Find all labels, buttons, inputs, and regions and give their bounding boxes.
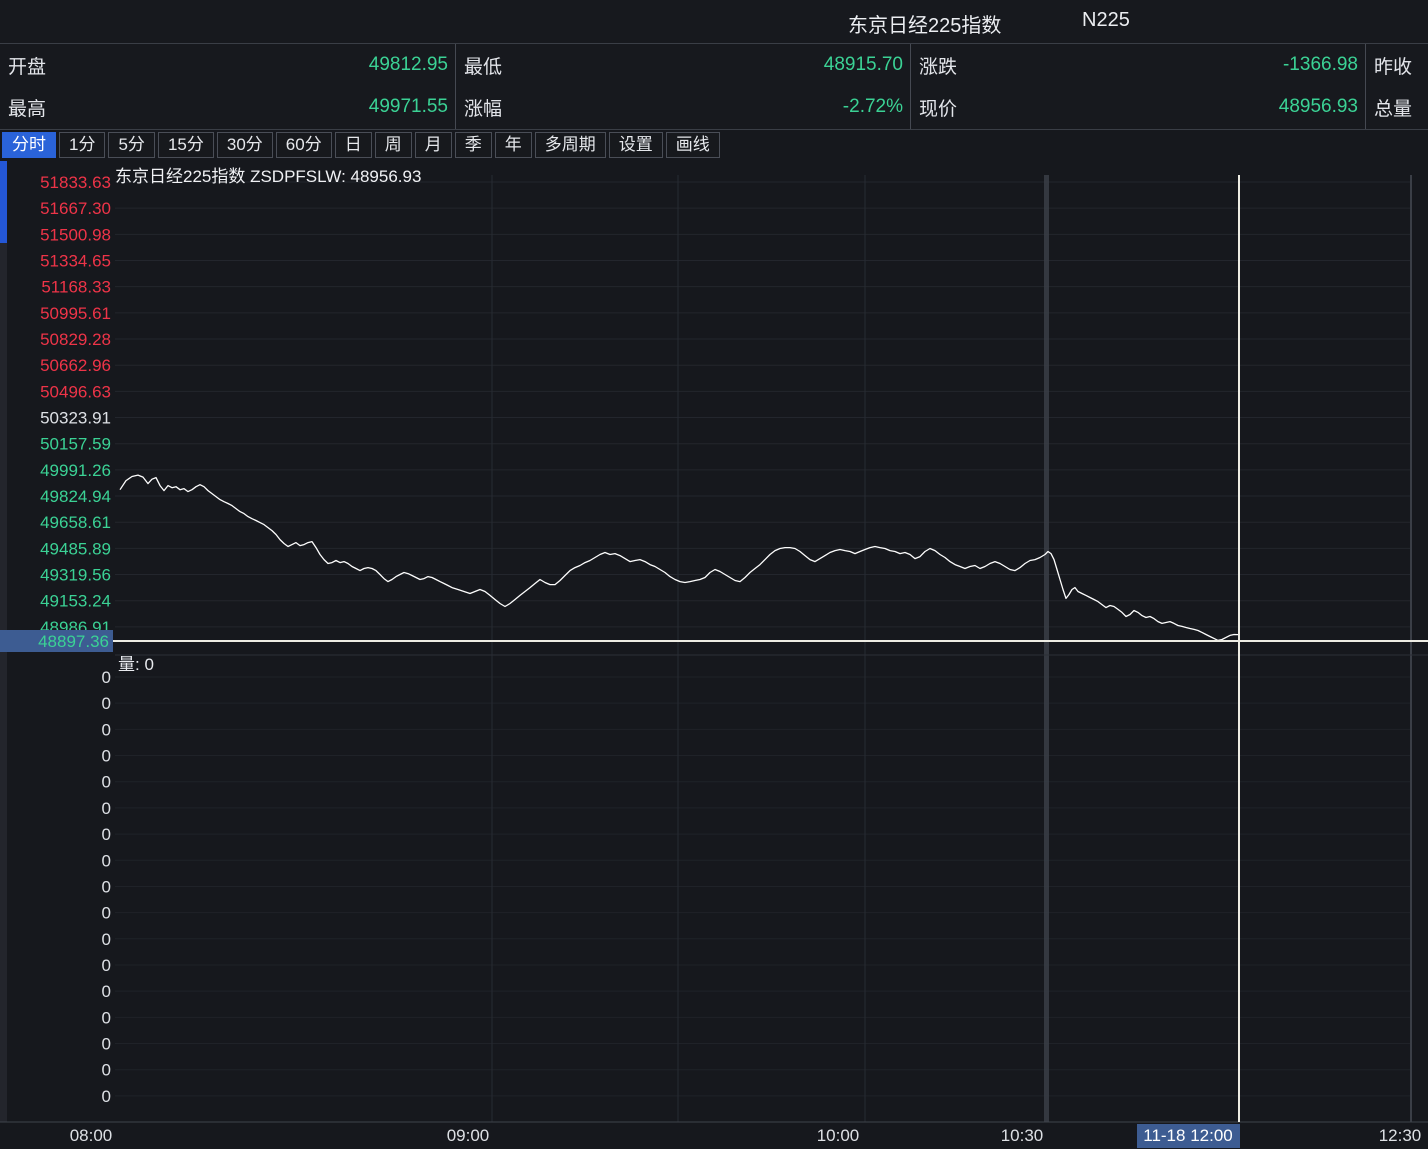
y-axis-label: 51667.30 xyxy=(40,199,111,218)
stats-col-3: 涨跌 -1366.98 现价 48956.93 xyxy=(911,44,1366,129)
tab-period-5[interactable]: 60分 xyxy=(276,132,332,158)
y-axis-label: 51500.98 xyxy=(40,225,111,244)
stat-open: 开盘 49812.95 xyxy=(0,44,455,86)
volume-header: 量: 0 xyxy=(118,655,154,674)
tab-period-2[interactable]: 5分 xyxy=(108,132,154,158)
x-axis-label: 10:30 xyxy=(1001,1126,1044,1145)
stat-prev-close-label: 昨收 xyxy=(1374,52,1412,79)
chart-area: 51833.63 51667.30 51500.98 51334.65 51168.33… xyxy=(0,160,1428,1149)
stat-last-label: 现价 xyxy=(919,94,957,121)
tab-period-12[interactable]: 设置 xyxy=(609,132,663,158)
y-axis-label: 51334.65 xyxy=(40,252,111,271)
volume-zero-label: 0 xyxy=(102,747,111,766)
volume-zero-label: 0 xyxy=(102,720,111,739)
tab-period-6[interactable]: 日 xyxy=(335,132,372,158)
crosshair-price-label: 48897.36 xyxy=(38,632,109,651)
stats-col-2: 最低 48915.70 涨幅 -2.72% xyxy=(456,44,911,129)
session-break-band xyxy=(1044,175,1049,1122)
stat-open-value: 49812.95 xyxy=(369,54,448,76)
volume-zero-label: 0 xyxy=(102,1008,111,1027)
volume-zero-label: 0 xyxy=(102,694,111,713)
stat-change-pct: 涨幅 -2.72% xyxy=(456,86,910,128)
stat-last: 现价 48956.93 xyxy=(911,86,1365,128)
volume-zero-label: 0 xyxy=(102,668,111,687)
volume-zero-label: 0 xyxy=(102,799,111,818)
tab-period-9[interactable]: 季 xyxy=(455,132,492,158)
x-axis-label: 09:00 xyxy=(447,1126,490,1145)
stat-last-value: 48956.93 xyxy=(1279,96,1358,118)
volume-zero-label: 0 xyxy=(102,956,111,975)
stat-change-pct-label: 涨幅 xyxy=(464,94,502,121)
volume-zero-label: 0 xyxy=(102,877,111,896)
y-axis-label: 49153.24 xyxy=(40,592,111,611)
stats-col-1: 开盘 49812.95 最高 49971.55 xyxy=(0,44,456,129)
stat-change-label: 涨跌 xyxy=(919,52,957,79)
stat-low-label: 最低 xyxy=(464,52,502,79)
header-bar: 东京日经225指数 N225 xyxy=(0,0,1428,44)
instrument-symbol: N225 xyxy=(1082,9,1130,32)
y-axis-label: 50829.28 xyxy=(40,330,111,349)
stat-open-label: 开盘 xyxy=(8,52,46,79)
x-axis-label: 08:00 xyxy=(70,1126,113,1145)
stat-total-volume: 总量 xyxy=(1366,86,1428,128)
y-axis-label: 50662.96 xyxy=(40,356,111,375)
tab-period-13[interactable]: 画线 xyxy=(666,132,720,158)
chart-plot-area[interactable] xyxy=(115,175,1411,1122)
stat-high-label: 最高 xyxy=(8,94,46,121)
stat-change-pct-value: -2.72% xyxy=(843,96,903,118)
stat-prev-close: 昨收 xyxy=(1366,44,1428,86)
stat-high: 最高 49971.55 xyxy=(0,86,455,128)
stats-col-4: 昨收 总量 xyxy=(1366,44,1428,129)
stock-app-window: 东京日经225指数 N225 开盘 49812.95 最高 49971.55 最… xyxy=(0,0,1428,1149)
volume-zero-label: 0 xyxy=(102,1087,111,1106)
tab-period-7[interactable]: 周 xyxy=(375,132,412,158)
volume-zero-label: 0 xyxy=(102,904,111,923)
volume-zero-label: 0 xyxy=(102,825,111,844)
y-axis-label: 50995.61 xyxy=(40,304,111,323)
stat-high-value: 49971.55 xyxy=(369,96,448,118)
tab-period-11[interactable]: 多周期 xyxy=(535,132,606,158)
tab-period-3[interactable]: 15分 xyxy=(158,132,214,158)
y-axis-label: 50323.91 xyxy=(40,409,111,428)
volume-zero-label: 0 xyxy=(102,1035,111,1054)
intraday-chart-svg: 51833.63 51667.30 51500.98 51334.65 51168.33… xyxy=(0,160,1428,1149)
x-axis-label: 10:00 xyxy=(817,1126,860,1145)
x-axis-label: 12:30 xyxy=(1379,1126,1422,1145)
crosshair-time-label: 11-18 12:00 xyxy=(1143,1126,1232,1145)
y-axis-label: 49319.56 xyxy=(40,566,111,585)
y-axis-label: 49824.94 xyxy=(40,487,111,506)
left-scrollbar-thumb[interactable] xyxy=(0,161,7,243)
volume-zero-label: 0 xyxy=(102,982,111,1001)
tab-period-10[interactable]: 年 xyxy=(495,132,532,158)
y-axis-label: 49485.89 xyxy=(40,539,111,558)
period-tabbar: 分时1分5分15分30分60分日周月季年多周期设置画线 xyxy=(0,130,1428,160)
volume-zero-label: 0 xyxy=(102,851,111,870)
tab-period-8[interactable]: 月 xyxy=(415,132,452,158)
y-axis-label: 51168.33 xyxy=(41,278,111,297)
volume-zero-label: 0 xyxy=(102,773,111,792)
y-axis-label: 51833.63 xyxy=(40,173,111,192)
y-axis-label: 50157.59 xyxy=(40,435,111,454)
stat-total-volume-label: 总量 xyxy=(1374,94,1412,121)
stat-low: 最低 48915.70 xyxy=(456,44,910,86)
y-axis-label: 49991.26 xyxy=(40,461,111,480)
stat-low-value: 48915.70 xyxy=(824,54,903,76)
y-axis-label: 50496.63 xyxy=(40,382,111,401)
stat-change: 涨跌 -1366.98 xyxy=(911,44,1365,86)
tab-period-4[interactable]: 30分 xyxy=(217,132,273,158)
stat-change-value: -1366.98 xyxy=(1283,54,1358,76)
volume-zero-label: 0 xyxy=(102,1061,111,1080)
volume-zero-label: 0 xyxy=(102,930,111,949)
tab-period-1[interactable]: 1分 xyxy=(59,132,105,158)
tab-fenshi[interactable]: 分时 xyxy=(2,132,56,158)
y-axis-label: 49658.61 xyxy=(40,513,111,532)
chart-series-readout: 东京日经225指数 ZSDPFSLW: 48956.93 xyxy=(115,162,421,187)
quote-stats-panel: 开盘 49812.95 最高 49971.55 最低 48915.70 涨幅 -… xyxy=(0,44,1428,130)
instrument-name: 东京日经225指数 xyxy=(848,9,1001,38)
